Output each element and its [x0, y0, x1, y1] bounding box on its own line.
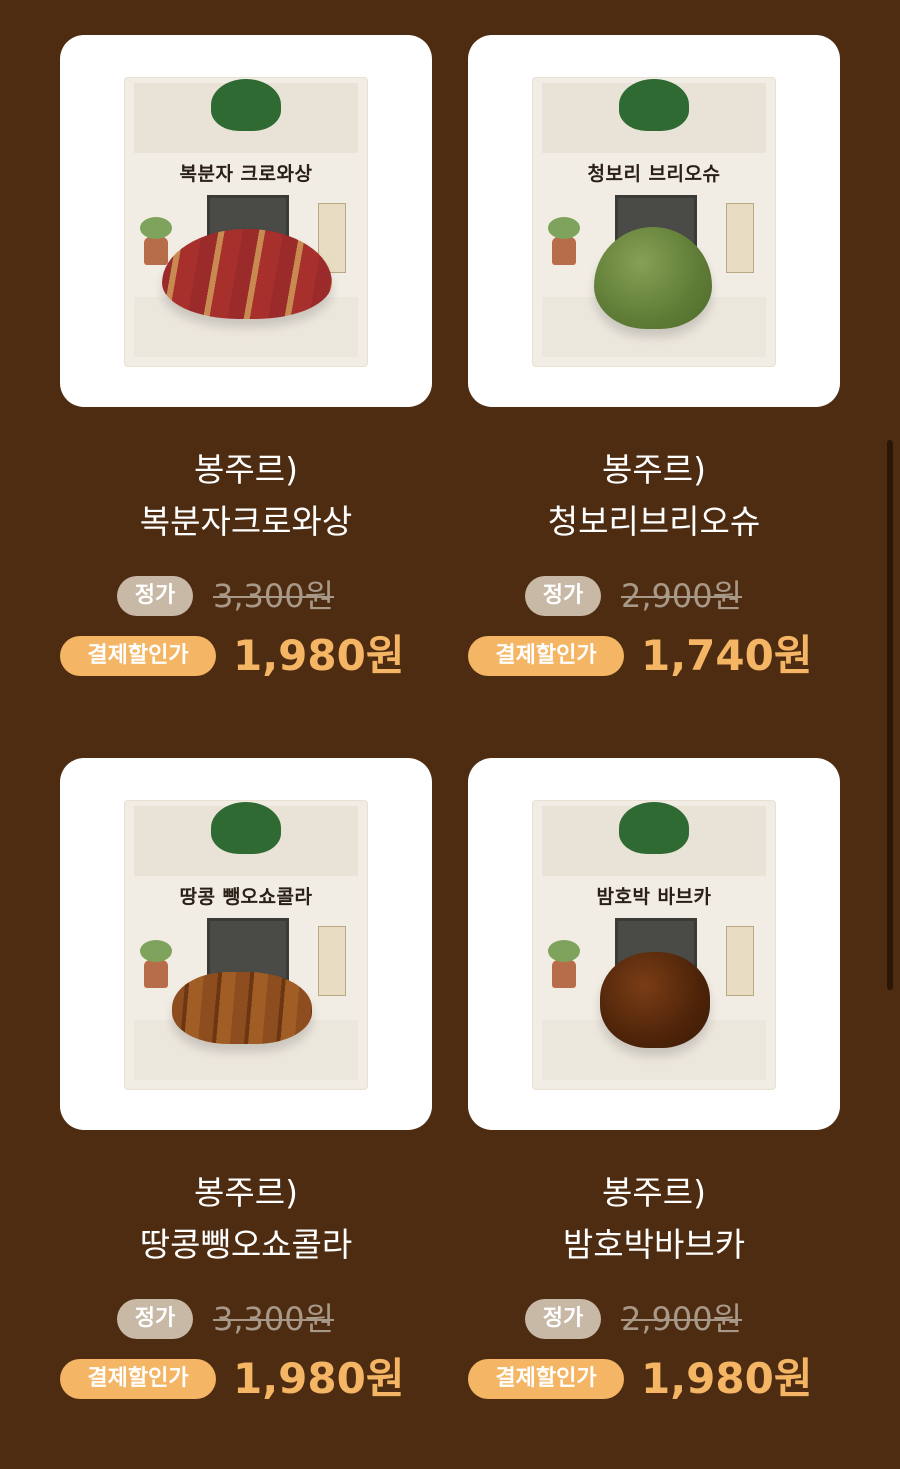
sale-price-row: 결제할인가 1,980원: [45, 631, 455, 680]
regular-price-row: 정가 2,900원: [453, 1296, 863, 1342]
product-brand: 봉주르): [602, 450, 706, 489]
product-brand: 봉주르): [194, 1173, 298, 1212]
sale-price: 1,980원: [233, 631, 405, 680]
product-image[interactable]: 밤호박 바브카: [468, 758, 840, 1130]
product-image[interactable]: 복분자 크로와상: [60, 35, 432, 407]
product-package: 청보리 브리오슈: [532, 77, 776, 367]
scrollbar[interactable]: [887, 440, 893, 990]
product-package: 땅콩 뺑오쇼콜라: [124, 800, 368, 1090]
sale-price: 1,740원: [641, 631, 813, 680]
babka-illustration: [600, 952, 710, 1048]
product-image[interactable]: 청보리 브리오슈: [468, 35, 840, 407]
package-name: 밤호박 바브카: [596, 886, 712, 908]
product-image[interactable]: 땅콩 뺑오쇼콜라: [60, 758, 432, 1130]
product-card[interactable]: 청보리 브리오슈 봉주르) 청보리브리오슈 정가 2,900원 결제할인가 1,…: [453, 35, 863, 725]
regular-price: 3,300원: [213, 577, 335, 615]
brand-logo: [619, 802, 689, 854]
package-name: 복분자 크로와상: [179, 163, 313, 185]
sale-price-badge: 결제할인가: [60, 636, 216, 676]
package-name: 청보리 브리오슈: [587, 163, 721, 185]
brand-logo: [619, 79, 689, 131]
regular-price-badge: 정가: [525, 1299, 601, 1339]
sale-price-badge: 결제할인가: [468, 1359, 624, 1399]
product-name: 청보리브리오슈: [547, 502, 761, 541]
product-brand: 봉주르): [194, 450, 298, 489]
product-package: 밤호박 바브카: [532, 800, 776, 1090]
sale-price: 1,980원: [641, 1354, 813, 1403]
regular-price: 3,300원: [213, 1300, 335, 1338]
regular-price-row: 정가 3,300원: [45, 1296, 455, 1342]
sale-price-badge: 결제할인가: [60, 1359, 216, 1399]
product-name: 밤호박바브카: [562, 1225, 746, 1264]
sale-price: 1,980원: [233, 1354, 405, 1403]
product-name: 땅콩뺑오쇼콜라: [139, 1225, 353, 1264]
sale-price-badge: 결제할인가: [468, 636, 624, 676]
regular-price: 2,900원: [621, 577, 743, 615]
pain-au-chocolat-illustration: [172, 972, 312, 1044]
product-brand: 봉주르): [602, 1173, 706, 1212]
regular-price-badge: 정가: [525, 576, 601, 616]
croissant-illustration: [162, 229, 332, 319]
product-card[interactable]: 밤호박 바브카 봉주르) 밤호박바브카 정가 2,900원 결제할인가 1,98…: [453, 758, 863, 1448]
product-package: 복분자 크로와상: [124, 77, 368, 367]
package-name: 땅콩 뺑오쇼콜라: [179, 886, 313, 908]
regular-price-badge: 정가: [117, 1299, 193, 1339]
regular-price: 2,900원: [621, 1300, 743, 1338]
product-card[interactable]: 땅콩 뺑오쇼콜라 봉주르) 땅콩뺑오쇼콜라 정가 3,300원 결제할인가 1,…: [45, 758, 455, 1448]
regular-price-row: 정가 2,900원: [453, 573, 863, 619]
regular-price-badge: 정가: [117, 576, 193, 616]
regular-price-row: 정가 3,300원: [45, 573, 455, 619]
product-card[interactable]: 복분자 크로와상 봉주르) 복분자크로와상 정가 3,300원 결제할인가 1,…: [45, 35, 455, 725]
sale-price-row: 결제할인가 1,980원: [453, 1354, 863, 1403]
product-name: 복분자크로와상: [139, 502, 353, 541]
brand-logo: [211, 802, 281, 854]
sale-price-row: 결제할인가 1,740원: [453, 631, 863, 680]
brand-logo: [211, 79, 281, 131]
sale-price-row: 결제할인가 1,980원: [45, 1354, 455, 1403]
